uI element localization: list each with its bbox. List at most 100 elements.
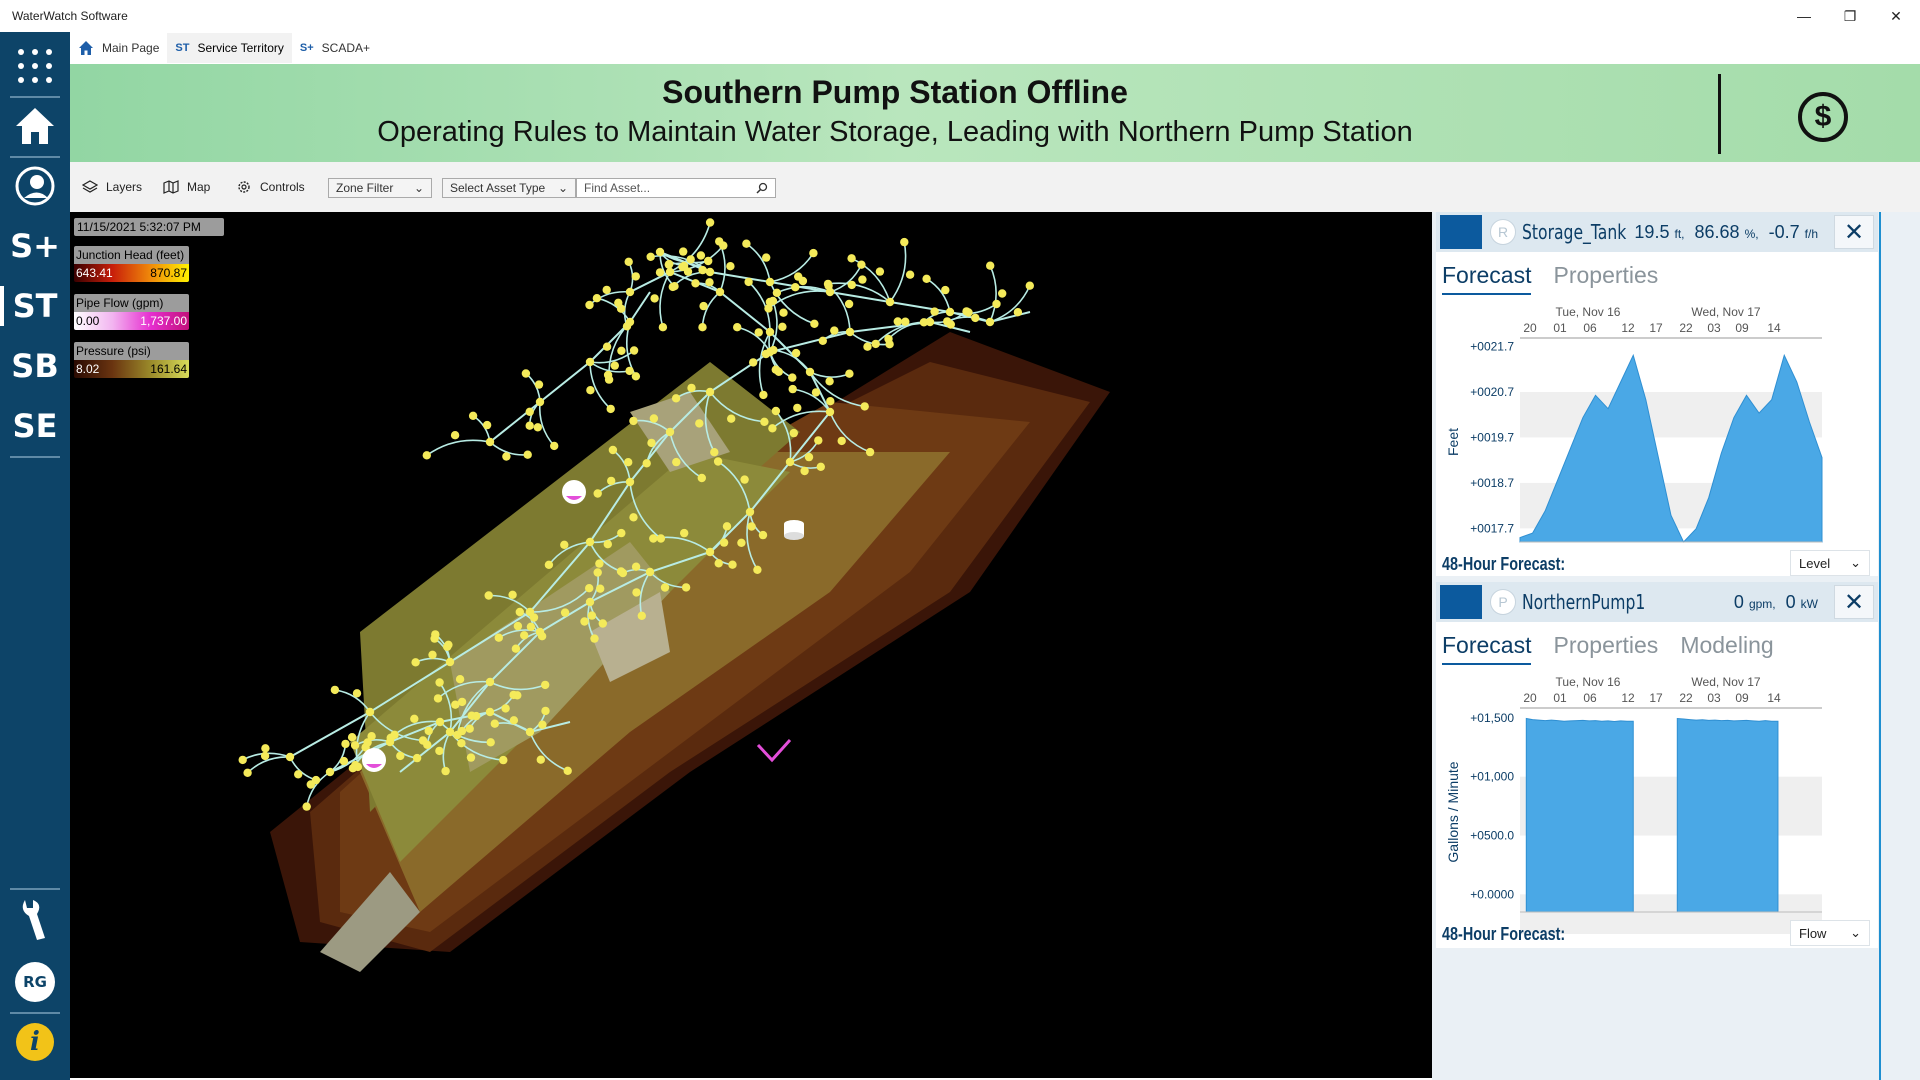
zone-filter-select[interactable]: Zone Filter ⌄	[328, 178, 432, 198]
chart-hour-tick: 03	[1707, 691, 1721, 705]
search-icon[interactable]	[756, 182, 768, 194]
close-card-button[interactable]: ✕	[1834, 215, 1874, 249]
pressure-heatmap	[270, 332, 1110, 972]
asset-readings: 0 gpm, 0 kW	[1734, 592, 1818, 613]
southern-pump-marker[interactable]	[362, 748, 386, 772]
chart-date-label: Wed, Nov 17	[1691, 305, 1760, 319]
flow-forecast-chart: Tue, Nov 16 Wed, Nov 17 20 01 06 12 17 22 03 09 14…	[1445, 675, 1822, 934]
close-button[interactable]: ✕	[1873, 0, 1919, 32]
chart-hour-tick: 09	[1735, 321, 1749, 335]
level-unit: ft,	[1674, 227, 1685, 241]
forecast-variable-value: Flow	[1799, 925, 1827, 941]
banner-subtitle: Operating Rules to Maintain Water Storag…	[377, 116, 1413, 148]
service-territory-map[interactable]: 11/15/2021 5:32:07 PM Junction Head (fee…	[70, 212, 1432, 1078]
home-icon	[79, 41, 93, 55]
tab-modeling[interactable]: Modeling	[1680, 632, 1773, 665]
controls-label: Controls	[260, 180, 305, 194]
zone-filter-value: Zone Filter	[336, 181, 394, 195]
rail-item-se[interactable]: SE	[0, 398, 70, 454]
user-icon[interactable]	[0, 158, 70, 214]
layers-label: Layers	[106, 180, 143, 194]
chart-y-tick: +01,500	[1470, 711, 1514, 725]
tab-forecast[interactable]: Forecast	[1442, 262, 1532, 295]
map-toolbar: Layers Map Controls Zone Filter ⌄ Select…	[70, 162, 1920, 212]
home-icon[interactable]	[0, 98, 70, 154]
info-icon[interactable]: i	[0, 1014, 70, 1070]
asset-name[interactable]: NorthernPump1	[1522, 590, 1645, 614]
level-value: 19.5	[1634, 222, 1670, 242]
tab-properties[interactable]: Properties	[1553, 262, 1658, 295]
map-label: Map	[187, 180, 211, 194]
forecast-variable-select[interactable]: Level ⌄	[1790, 550, 1870, 576]
chart-hour-tick: 12	[1621, 321, 1635, 335]
chart-date-label: Wed, Nov 17	[1691, 675, 1760, 689]
avatar-initials: RG	[15, 962, 55, 1002]
tab-main-page[interactable]: Main Page	[70, 33, 167, 63]
legend-junction-head: Junction Head (feet) 643.41 870.87	[74, 246, 189, 282]
asset-color-swatch[interactable]	[1440, 215, 1482, 249]
legend-min: 8.02	[76, 362, 100, 376]
layers-button[interactable]: Layers	[82, 179, 142, 195]
rate-value: -0.7	[1768, 222, 1800, 242]
tab-scada-plus[interactable]: S+ SCADA+	[292, 33, 378, 63]
minimize-button[interactable]: —	[1781, 0, 1827, 32]
tab-properties[interactable]: Properties	[1553, 632, 1658, 665]
apps-grid-icon[interactable]	[0, 38, 70, 94]
chevron-down-icon: ⌄	[1850, 555, 1861, 570]
rail-item-service-territory[interactable]: ST	[0, 278, 70, 334]
card-header: P NorthernPump1 0 gpm, 0 kW ✕	[1436, 582, 1878, 622]
legend-max: 1,737.00	[140, 314, 187, 328]
chart-y-label: Feet	[1445, 428, 1461, 456]
northern-pump-card: P NorthernPump1 0 gpm, 0 kW ✕ Forecast P…	[1436, 582, 1878, 948]
chevron-down-icon: ⌄	[413, 181, 424, 195]
chart-y-tick: +0020.7	[1470, 385, 1514, 399]
dollar-circle-icon[interactable]: $	[1798, 92, 1848, 142]
rail-separator	[10, 888, 60, 890]
controls-button[interactable]: Controls	[236, 179, 305, 195]
rail-item-sb[interactable]: SB	[0, 338, 70, 394]
map-button[interactable]: Map	[163, 179, 210, 195]
forecast-label: 48-Hour Forecast:	[1442, 554, 1566, 574]
legend-scale: 643.41 870.87	[74, 264, 189, 282]
forecast-variable-select[interactable]: Flow ⌄	[1790, 920, 1870, 946]
chart-y-tick: +0500.0	[1470, 829, 1514, 843]
percent-unit: %,	[1744, 227, 1759, 241]
panel-scroll-indicator[interactable]	[1879, 212, 1881, 1080]
asset-detail-panel: R Storage_Tank 19.5 ft, 86.68 %, -0.7 f/…	[1432, 212, 1920, 1080]
banner-title: Southern Pump Station Offline	[662, 74, 1128, 110]
chart-hour-tick: 22	[1679, 691, 1693, 705]
pump-station-marker[interactable]	[562, 480, 586, 504]
restore-button[interactable]: ❐	[1827, 0, 1873, 32]
legend-max: 161.64	[150, 362, 187, 376]
chart-hour-tick: 22	[1679, 321, 1693, 335]
asset-type-value: Select Asset Type	[450, 181, 546, 195]
reservoir-icon: R	[1490, 219, 1516, 245]
asset-type-select[interactable]: Select Asset Type ⌄	[442, 178, 576, 198]
info-glyph: i	[16, 1023, 54, 1061]
tab-forecast[interactable]: Forecast	[1442, 632, 1532, 665]
chart-y-tick: +0021.7	[1470, 340, 1514, 354]
chart-hour-tick: 09	[1735, 691, 1749, 705]
tab-label: SCADA+	[321, 41, 371, 55]
chart-hour-tick: 20	[1523, 691, 1537, 705]
tab-service-territory[interactable]: ST Service Territory	[167, 33, 292, 63]
network-map-canvas[interactable]	[70, 212, 1432, 1078]
asset-color-swatch[interactable]	[1440, 585, 1482, 619]
power-unit: kW	[1800, 597, 1818, 611]
legend-max: 870.87	[150, 266, 187, 280]
avatar[interactable]: RG	[0, 954, 70, 1010]
app-title: WaterWatch Software	[12, 9, 128, 23]
chart-y-tick: +0017.7	[1470, 521, 1514, 535]
find-asset-input[interactable]: Find Asset...	[576, 178, 776, 198]
chevron-down-icon: ⌄	[557, 181, 568, 195]
forecast-label: 48-Hour Forecast:	[1442, 924, 1566, 944]
close-card-button[interactable]: ✕	[1834, 585, 1874, 619]
card-header: R Storage_Tank 19.5 ft, 86.68 %, -0.7 f/…	[1436, 212, 1878, 252]
alert-banner: Southern Pump Station Offline Operating …	[70, 64, 1920, 162]
chart-y-tick: +0018.7	[1470, 476, 1514, 490]
rail-item-scada-plus[interactable]: S+	[0, 218, 70, 274]
page-tabs: Main Page ST Service Territory S+ SCADA+	[70, 32, 1920, 64]
tools-icon[interactable]	[0, 892, 70, 948]
asset-name[interactable]: Storage_Tank	[1522, 220, 1626, 244]
level-forecast-chart: Tue, Nov 16 Wed, Nov 17 20 01 06 12 17 22 03 09 14…	[1445, 305, 1823, 543]
